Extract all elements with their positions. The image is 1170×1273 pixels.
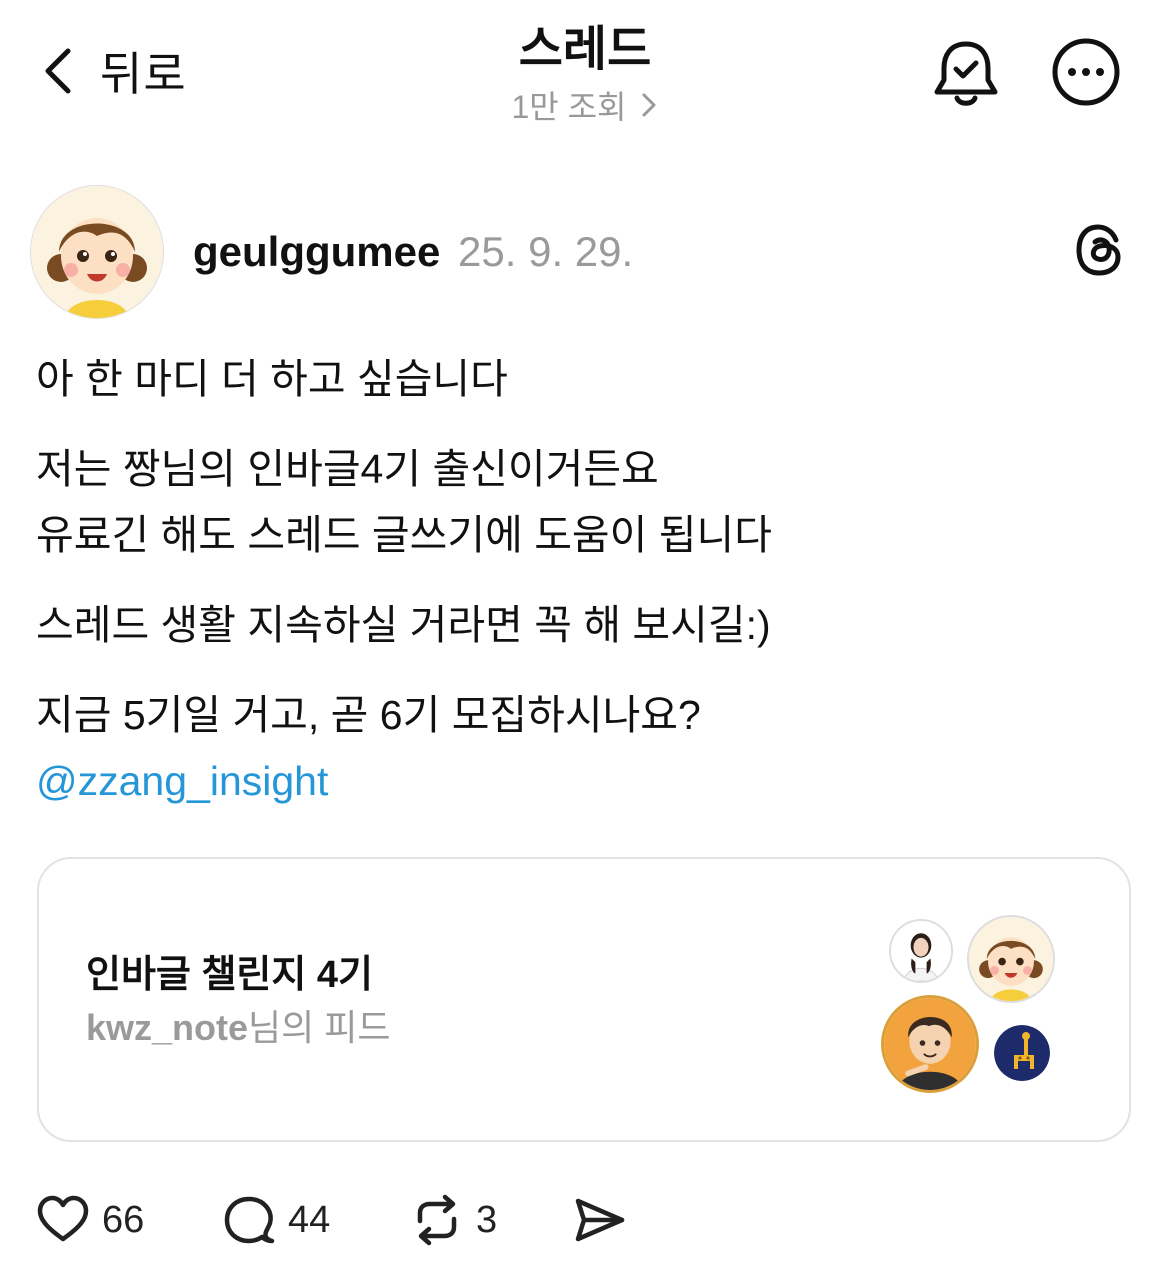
mention-link[interactable]: @zzang_insight xyxy=(36,748,1136,814)
post-line: 저는 짱님의 인바글4기 출신이거든요 xyxy=(36,446,659,492)
page-title: 스레드 xyxy=(518,23,652,76)
reply-count: 44 xyxy=(288,1198,331,1241)
feed-link-card[interactable]: 인바글 챌린지 4기 kwz_note님의 피드 xyxy=(37,857,1131,1142)
feed-owner-username: kwz_note xyxy=(86,1007,249,1048)
share-button[interactable] xyxy=(572,1190,626,1250)
cartoon-girl-avatar-image xyxy=(31,186,163,318)
repost-count: 3 xyxy=(476,1198,498,1241)
cartoon-man-avatar-image xyxy=(884,998,976,1090)
post-action-bar: 66 44 3 xyxy=(0,1180,1170,1260)
reply-button[interactable]: 44 xyxy=(222,1190,330,1250)
giraffe-avatar-image xyxy=(994,1025,1050,1081)
post-body: 아 한 마디 더 하고 싶습니다 저는 짱님의 인바글4기 출신이거든요 유료긴… xyxy=(36,346,1136,814)
post-line: 아 한 마디 더 하고 싶습니다 xyxy=(36,356,508,402)
repost-icon xyxy=(417,1194,457,1246)
view-count-link[interactable]: 1만 조회 xyxy=(511,82,658,128)
chevron-right-icon xyxy=(642,93,655,117)
comment-icon xyxy=(224,1196,275,1244)
member-avatar xyxy=(889,919,953,983)
feed-card-title: 인바글 챌린지 4기 xyxy=(86,954,373,996)
post-line: 지금 5기일 거고, 곧 6기 모집하시나요? xyxy=(36,692,701,738)
top-bar: 뒤로 스레드 1만 조회 xyxy=(0,0,1170,140)
bell-check-icon[interactable] xyxy=(928,36,1004,112)
repost-button[interactable]: 3 xyxy=(410,1190,497,1250)
threads-logo-icon[interactable] xyxy=(1072,222,1128,278)
heart-icon xyxy=(37,1195,89,1242)
member-avatar xyxy=(967,915,1055,1003)
author-avatar[interactable] xyxy=(30,185,164,319)
member-avatar xyxy=(881,995,979,1093)
author-username[interactable]: geulggumee xyxy=(193,228,440,275)
feed-card-owner: kwz_note님의 피드 xyxy=(86,999,391,1051)
cartoon-girl-avatar-image xyxy=(969,917,1053,1001)
chevron-left-icon xyxy=(45,48,71,94)
header-title-block: 스레드 1만 조회 xyxy=(385,20,785,128)
send-icon xyxy=(575,1198,625,1242)
feed-owner-suffix: 님의 피드 xyxy=(248,1007,391,1048)
author-line: geulggumee 25. 9. 29. xyxy=(193,222,633,282)
post-line: 스레드 생활 지속하실 거라면 꼭 해 보시길:) xyxy=(36,602,771,648)
view-count: 1만 조회 xyxy=(511,89,627,125)
back-label: 뒤로 xyxy=(100,48,187,100)
more-horizontal-icon[interactable] xyxy=(1050,36,1122,108)
woman-portrait-avatar-image xyxy=(891,921,951,981)
like-count: 66 xyxy=(102,1198,145,1241)
post-date: 25. 9. 29. xyxy=(458,228,634,275)
back-button[interactable]: 뒤로 xyxy=(38,38,187,104)
member-avatar xyxy=(994,1025,1050,1081)
like-button[interactable]: 66 xyxy=(36,1190,144,1250)
post-line: 유료긴 해도 스레드 글쓰기에 도움이 됩니다 xyxy=(36,512,772,558)
